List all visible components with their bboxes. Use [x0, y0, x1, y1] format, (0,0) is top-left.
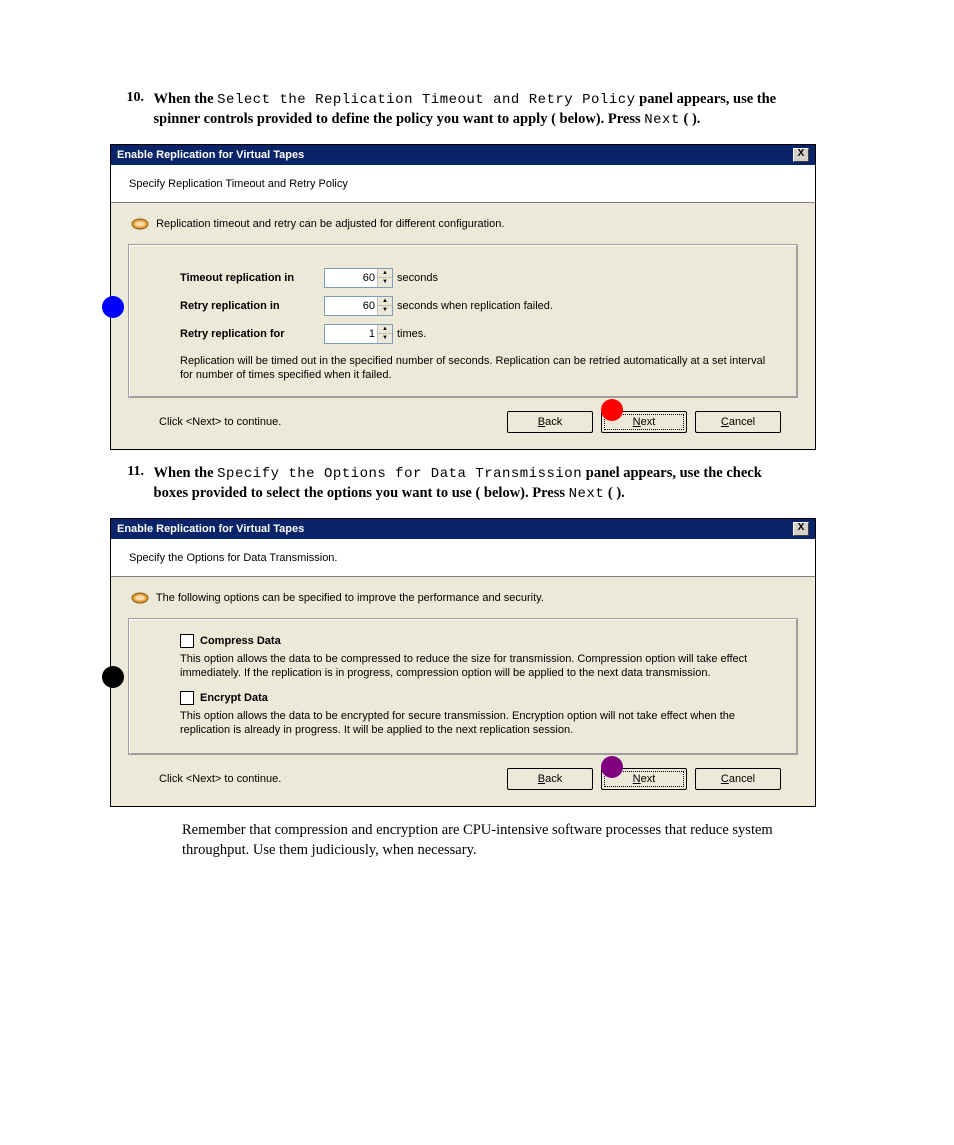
info-icon: [131, 217, 149, 231]
step-10: 10. When the Select the Replication Time…: [110, 90, 844, 130]
dialog1-continue-hint: Click <Next> to continue.: [159, 416, 281, 428]
dialog2-continue-hint: Click <Next> to continue.: [159, 773, 281, 785]
dialog2-body: The following options can be specified t…: [111, 577, 815, 806]
retry-in-spinner[interactable]: ▲▼: [324, 296, 393, 316]
step-11: 11. When the Specify the Options for Dat…: [110, 464, 844, 504]
cancel-button[interactable]: Cancel: [695, 411, 781, 433]
timeout-label: Timeout replication in: [180, 272, 320, 284]
dialog1-help: Replication will be timed out in the spe…: [180, 354, 776, 383]
timeout-suffix: seconds: [397, 272, 438, 284]
dialog2-hint: The following options can be specified t…: [156, 592, 544, 604]
dialog1-title: Enable Replication for Virtual Tapes: [117, 149, 304, 161]
dialog1-titlebar: Enable Replication for Virtual Tapes X: [111, 145, 815, 165]
dialog1-buttons: Click <Next> to continue. Back Next Canc…: [125, 405, 801, 443]
retry-for-spinner[interactable]: ▲▼: [324, 324, 393, 344]
step-10-number: 10.: [110, 90, 144, 106]
step-11-text: When the Specify the Options for Data Tr…: [154, 464, 794, 504]
close-icon[interactable]: X: [793, 522, 809, 536]
close-icon[interactable]: X: [793, 148, 809, 162]
timeout-spinner[interactable]: ▲▼: [324, 268, 393, 288]
step-11-number: 11.: [110, 464, 144, 480]
dialog-data-transmission: Enable Replication for Virtual Tapes X S…: [110, 518, 816, 807]
retry-for-input[interactable]: [325, 325, 377, 343]
timeout-input[interactable]: [325, 269, 377, 287]
back-button[interactable]: Back: [507, 411, 593, 433]
back-button[interactable]: Back: [507, 768, 593, 790]
dialog-timeout-retry: Enable Replication for Virtual Tapes X S…: [110, 144, 816, 451]
compress-desc: This option allows the data to be compre…: [180, 652, 776, 681]
compress-option[interactable]: Compress Data: [180, 634, 776, 648]
dialog2-subtitle: Specify the Options for Data Transmissio…: [129, 552, 337, 564]
dialog1-subtitle: Specify Replication Timeout and Retry Po…: [129, 178, 348, 190]
dialog1-subtitle-area: Specify Replication Timeout and Retry Po…: [111, 165, 815, 203]
dialog2-buttons: Click <Next> to continue. Back Next Canc…: [125, 762, 801, 800]
retry-for-suffix: times.: [397, 328, 426, 340]
encrypt-desc: This option allows the data to be encryp…: [180, 709, 776, 738]
retry-in-suffix: seconds when replication failed.: [397, 300, 553, 312]
page: 10. When the Select the Replication Time…: [0, 0, 954, 920]
retry-in-input[interactable]: [325, 297, 377, 315]
after-note: Remember that compression and encryption…: [182, 821, 822, 860]
dialog2-subtitle-area: Specify the Options for Data Transmissio…: [111, 539, 815, 577]
dialog2-frame: Compress Data This option allows the dat…: [129, 619, 797, 754]
info-icon: [131, 591, 149, 605]
retry-in-label: Retry replication in: [180, 300, 320, 312]
callout-black-icon: [102, 666, 124, 688]
encrypt-checkbox[interactable]: [180, 691, 194, 705]
callout-blue-icon: [102, 296, 124, 318]
dialog2-titlebar: Enable Replication for Virtual Tapes X: [111, 519, 815, 539]
cancel-button[interactable]: Cancel: [695, 768, 781, 790]
dialog1-frame: Timeout replication in ▲▼ seconds Retry …: [129, 245, 797, 398]
dialog1-hint: Replication timeout and retry can be adj…: [156, 218, 504, 230]
compress-checkbox[interactable]: [180, 634, 194, 648]
step-10-text: When the Select the Replication Timeout …: [154, 90, 794, 130]
dialog1-body: Replication timeout and retry can be adj…: [111, 203, 815, 450]
encrypt-option[interactable]: Encrypt Data: [180, 691, 776, 705]
retry-for-label: Retry replication for: [180, 328, 320, 340]
dialog2-title: Enable Replication for Virtual Tapes: [117, 523, 304, 535]
